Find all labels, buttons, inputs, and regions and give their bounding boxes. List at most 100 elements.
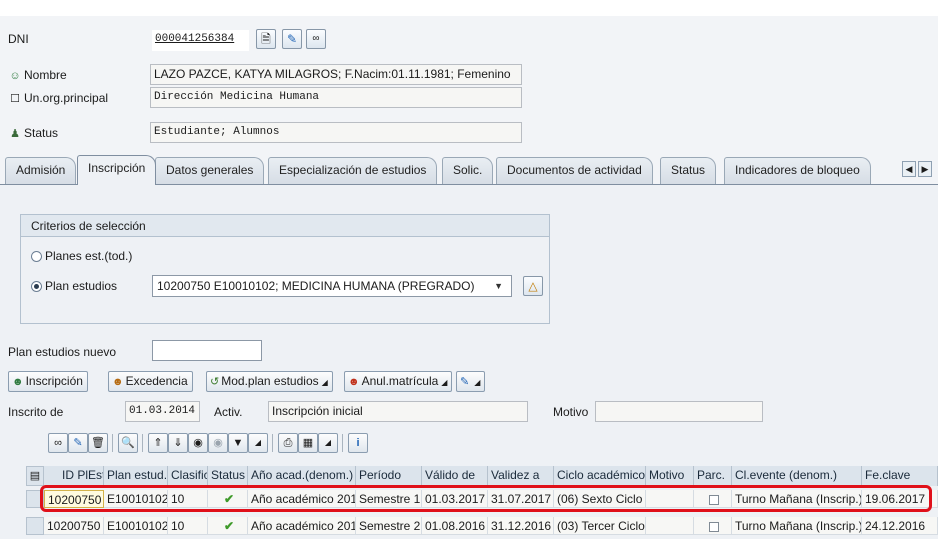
pencil-icon[interactable]: ✎ [282,29,302,49]
col-fe-clave[interactable]: Fe.clave [862,466,938,486]
cell-validez-a: 31.12.2016 [488,517,554,535]
dni-value[interactable]: 000041256384 [152,30,249,51]
status-icon: ♟ [10,128,20,140]
plan-nuevo-input[interactable] [152,340,262,361]
dni-label: DNI [8,32,29,46]
inscripcion-button[interactable]: ☻ Inscripción [8,371,88,392]
tabstrip: Admisión Inscripción Datos generales Esp… [0,153,938,185]
col-clasific[interactable]: Clasific. [168,466,208,486]
unorg-label: ☐ Un.org.principal [8,89,108,107]
activ-label: Activ. [214,405,243,419]
anul-matricula-button[interactable]: ☻ Anul.matrícula ◢ [344,371,453,392]
find-icon[interactable]: ◉ [188,433,208,453]
col-id-plest[interactable]: ID PlEst [44,466,104,486]
tab-inscripcion[interactable]: Inscripción [77,155,157,185]
tab-status[interactable]: Status [660,157,717,184]
check-icon: ✔ [208,517,248,535]
tab-scroll-left-icon[interactable]: ◀ [902,161,916,177]
excedencia-button[interactable]: ☻ Excedencia [108,371,193,392]
glasses-details-icon[interactable]: ∞ [48,433,68,453]
radio-plan-estudios[interactable] [31,281,42,292]
nombre-label: ☺ Nombre [8,66,66,84]
tab-datos-generales[interactable]: Datos generales [155,157,265,184]
plan-select[interactable]: 10200750 E10010102; MEDICINA HUMANA (PRE… [152,275,512,297]
person-delete-icon: ☻ [348,376,360,388]
col-valido-de[interactable]: Válido de [422,466,488,486]
sort-descending-icon[interactable]: ⇓ [168,433,188,453]
glasses-icon[interactable]: ∞ [306,29,326,49]
more-actions-button[interactable]: ✎ ◢ [456,371,486,392]
parc-checkbox[interactable] [709,521,719,532]
tab-admision[interactable]: Admisión [5,157,77,184]
activ-value: Inscripción inicial [268,401,528,422]
radio-planes-todos-label: Planes est.(tod.) [45,249,133,263]
tab-scroll-right-icon[interactable]: ▶ [918,161,932,177]
toolbar-separator [142,434,143,452]
radio-planes-todos[interactable] [31,251,42,262]
edit-row-icon[interactable]: ✎ [68,433,88,453]
col-parc[interactable]: Parc. [694,466,732,486]
col-plan-estud[interactable]: Plan estud. [104,466,168,486]
tab-indicadores[interactable]: Indicadores de bloqueo [724,157,871,184]
cell-clasific: 10 [168,517,208,535]
row-highlight-annotation [40,485,932,512]
toolbar-separator [342,434,343,452]
edit-doc-icon: ✎ [460,376,470,388]
motivo-value [595,401,763,422]
plan-select-value: 10200750 E10010102; MEDICINA HUMANA (PRE… [157,279,475,293]
toolbar-separator [272,434,273,452]
page-icon[interactable]: 🗎 [256,29,276,49]
col-periodo[interactable]: Período [356,466,422,486]
cell-ano-acad: Año académico 2016 [248,517,356,535]
radio-plan-estudios-label: Plan estudios [45,279,118,293]
person-search-icon[interactable]: △ [523,276,543,296]
mod-plan-button[interactable]: ↺ Mod.plan estudios ◢ [206,371,333,392]
nombre-value: LAZO PAZCE, KATYA MILAGROS; F.Nacim:01.1… [150,64,522,85]
search-icon[interactable]: 🔍 [118,433,138,453]
plan-nuevo-label: Plan estudios nuevo [8,345,117,359]
cell-parc [694,517,732,535]
cell-valido-de: 01.08.2016 [422,517,488,535]
person-add-icon: ☻ [12,376,24,388]
info-icon[interactable]: i [348,433,368,453]
chevron-down-icon: ▼ [494,281,503,291]
export-icon[interactable]: ▦ [298,433,318,453]
sort-ascending-icon[interactable]: ⇑ [148,433,168,453]
row-selector[interactable] [26,517,44,535]
cell-fe-clave: 24.12.2016 [862,517,938,535]
filter-dropdown-icon[interactable]: ◢ [248,433,268,453]
person-leave-icon: ☻ [112,376,124,388]
inscrito-label: Inscrito de [8,405,64,419]
col-ciclo-academico[interactable]: Ciclo académico [554,466,646,486]
col-validez-a[interactable]: Validez a [488,466,554,486]
status-label: ♟ Status [8,124,58,142]
col-status[interactable]: Status [208,466,248,486]
col-clevente[interactable]: Cl.evente (denom.) [732,466,862,486]
cell-plan-estud: E10010102 [104,517,168,535]
inscrito-date: 01.03.2014 [125,401,200,422]
filter-icon[interactable]: ▼ [228,433,248,453]
trash-icon[interactable]: 🗑 [88,433,108,453]
select-all-icon[interactable]: ▤ [26,466,44,486]
col-ano-acad[interactable]: Año acad.(denom.) [248,466,356,486]
toolbar-separator [112,434,113,452]
tab-solic[interactable]: Solic. [442,157,494,184]
person-icon: ☺ [9,70,21,82]
cell-periodo: Semestre 2 [356,517,422,535]
cell-id-plest[interactable]: 10200750 [44,517,104,535]
unorg-value: Dirección Medicina Humana [150,87,522,108]
change-plan-icon: ↺ [210,376,220,388]
top-margin [0,0,938,16]
tab-especializacion[interactable]: Especialización de estudios [268,157,438,184]
motivo-label: Motivo [553,405,589,419]
export-dropdown-icon[interactable]: ◢ [318,433,338,453]
tab-documentos[interactable]: Documentos de actividad [496,157,653,184]
col-motivo[interactable]: Motivo [646,466,694,486]
selection-title: Criterios de selección [20,214,550,237]
status-value: Estudiante; Alumnos [150,122,522,143]
find-next-icon[interactable]: ◉ [208,433,228,453]
print-icon[interactable]: ⎙ [278,433,298,453]
cell-ciclo: (03) Tercer Ciclo [554,517,646,535]
cell-clevente: Turno Mañana (Inscrip.) [732,517,862,535]
sap-window: DNI 000041256384 🗎 ✎ ∞ ☺ Nombre LAZO PAZC… [0,0,938,539]
